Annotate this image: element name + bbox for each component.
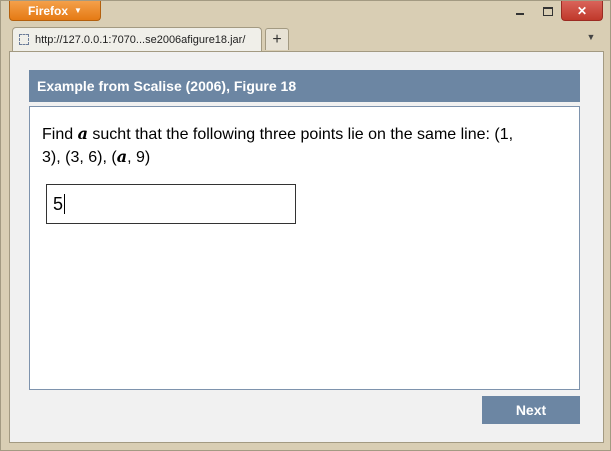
variable-a: a — [116, 147, 128, 166]
tab-title: http://127.0.0.1:7070...se2006afigure18.… — [35, 33, 246, 46]
new-tab-button[interactable]: + — [265, 28, 289, 50]
browser-window: Firefox ▼ ✕ http://127.0.0.1:7070...se20… — [0, 0, 611, 451]
exercise-title: Example from Scalise (2006), Figure 18 — [37, 78, 297, 94]
question-part3: , 9) — [127, 149, 151, 166]
firefox-menu-button[interactable]: Firefox ▼ — [9, 1, 101, 21]
exercise-header: Example from Scalise (2006), Figure 18 — [29, 70, 580, 102]
maximize-button[interactable] — [535, 1, 561, 21]
close-window-button[interactable]: ✕ — [561, 1, 603, 21]
plus-icon: + — [272, 30, 282, 48]
page-favicon-icon — [19, 34, 29, 45]
answer-value: 5 — [53, 193, 64, 214]
dropdown-arrow-icon: ▼ — [74, 6, 82, 15]
exercise-panel: Find a sucht that the following three po… — [29, 106, 580, 390]
firefox-menu-label: Firefox — [28, 3, 69, 18]
next-button-label: Next — [515, 402, 547, 418]
maximize-icon — [543, 6, 553, 16]
browser-tab[interactable]: http://127.0.0.1:7070...se2006afigure18.… — [12, 27, 262, 51]
page-viewport: Example from Scalise (2006), Figure 18 F… — [9, 51, 604, 443]
question-part1: Find — [42, 126, 78, 143]
question-part2: sucht that the following three points li… — [42, 126, 514, 166]
variable-a: a — [77, 124, 88, 143]
next-button[interactable]: Next — [482, 396, 580, 424]
minimize-button[interactable] — [507, 1, 533, 21]
tab-list-button[interactable]: ▼ — [584, 30, 598, 44]
minimize-icon — [516, 13, 524, 15]
question-text: Find a sucht that the following three po… — [42, 123, 532, 169]
text-caret — [64, 194, 66, 214]
close-icon: ✕ — [576, 3, 588, 18]
answer-input[interactable]: 5 — [46, 184, 296, 224]
chevron-down-icon: ▼ — [586, 32, 596, 42]
